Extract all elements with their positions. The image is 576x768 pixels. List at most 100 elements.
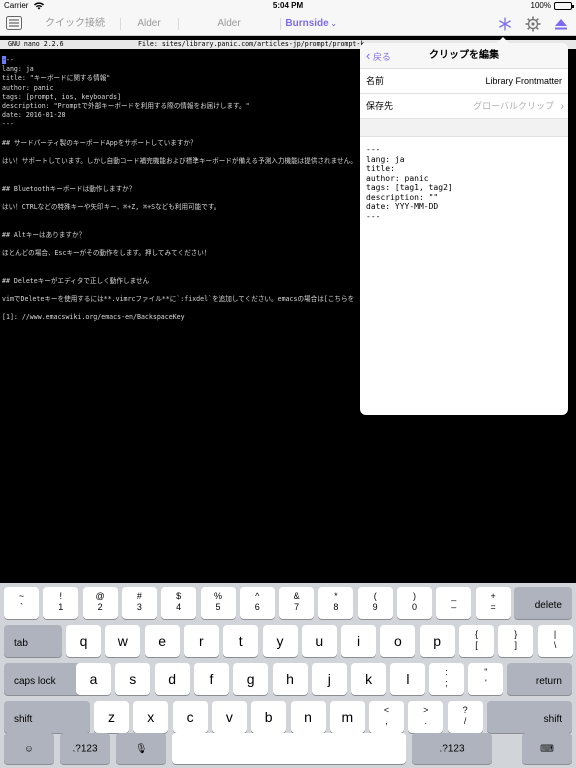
key-label: ☺ [24, 743, 34, 754]
hide-keyboard-key[interactable]: ⌨ [522, 733, 572, 764]
return-key[interactable]: return [507, 663, 572, 695]
key-3[interactable]: @2 [82, 587, 118, 619]
key-8[interactable]: & 7 [279, 587, 315, 619]
tab-alder-2[interactable]: Alder [178, 12, 280, 36]
key-o[interactable]: o [380, 625, 416, 657]
key-label: k [365, 671, 373, 687]
key-y[interactable]: y [262, 625, 298, 657]
editor-buffer[interactable]: --- lang: ja title: "キーボードに関する情報" author: p… [2, 56, 357, 322]
key-angle-2[interactable]: >. [408, 701, 444, 733]
editor-line: はい！サポートしています。しかし自動コード補完機能および標準キーボードが備える予… [2, 157, 357, 166]
editor-line: [1]: //www.emacswiki.org/emacs-en/Backsp… [2, 313, 185, 322]
key-shift-char: # [136, 591, 142, 601]
key-shift-char: ~ [18, 591, 25, 601]
key-label: p [433, 633, 442, 649]
key-13[interactable]: + = [475, 587, 511, 619]
key-c[interactable]: c [172, 701, 208, 733]
shift-left-key[interactable]: shift [4, 701, 90, 733]
key-4[interactable]: #3 [121, 587, 157, 619]
key-e[interactable]: e [144, 625, 180, 657]
key-2[interactable]: ! 1 [43, 587, 79, 619]
key-x[interactable]: x [133, 701, 169, 733]
tab-key[interactable]: tab [4, 625, 62, 657]
key-9[interactable]: * 8 [318, 587, 354, 619]
key-label: n [304, 709, 312, 725]
key-char: [ [475, 640, 478, 650]
key-label: l [406, 671, 410, 687]
key-angle-1[interactable]: <, [369, 701, 404, 733]
key-1[interactable]: ~ ` [4, 587, 39, 619]
tab-burnside[interactable]: Burnside ⌄ [280, 12, 342, 36]
key-f[interactable]: f [193, 663, 229, 695]
clip-name-field[interactable]: Library Frontmatter [485, 69, 562, 94]
key-punct-1[interactable]: :; [429, 663, 464, 695]
key-v[interactable]: v [211, 701, 247, 733]
key-u[interactable]: u [301, 625, 337, 657]
emoji-key[interactable]: ☺ [4, 733, 54, 764]
key-label: t [238, 633, 243, 649]
key-a[interactable]: a [76, 663, 111, 695]
clip-text-editor[interactable]: --- lang: ja title: author: panic tags: … [360, 137, 568, 229]
clip-name-row[interactable]: 名前 Library Frontmatter [360, 69, 568, 94]
tab-alder-1[interactable]: Alder [120, 12, 178, 36]
key-char: ; [445, 678, 448, 688]
clock: 5:04 PM [272, 1, 304, 10]
key-bracket-3[interactable]: | \ [537, 625, 573, 657]
on-screen-keyboard: ~ `! 1 @2 #3 $4% 5 ^ 6 & 7 * 8(9) 0 _ – + = delete tab q w e r t… [0, 583, 576, 768]
key-7[interactable]: ^ 6 [239, 587, 275, 619]
clip-sparkle-icon[interactable] [497, 16, 513, 32]
key-m[interactable]: m [329, 701, 365, 733]
dictation-key[interactable]: 🎙 [116, 733, 166, 764]
eject-icon[interactable] [553, 16, 569, 32]
key-11[interactable]: ) 0 [397, 587, 432, 619]
key-d[interactable]: d [154, 663, 190, 695]
key-label: b [264, 709, 273, 725]
editor-line: lang: ja [2, 65, 34, 74]
key-10[interactable]: (9 [357, 587, 393, 619]
key-n[interactable]: n [290, 701, 326, 733]
key-shift-char: + [490, 591, 496, 601]
popover-header: ‹ 戻る クリップを編集 [360, 43, 568, 69]
key-l[interactable]: l [390, 663, 426, 695]
key-q[interactable]: q [66, 625, 101, 657]
key-k[interactable]: k [351, 663, 387, 695]
settings-gear-icon[interactable] [525, 16, 541, 32]
key-g[interactable]: g [233, 663, 269, 695]
key-5[interactable]: $4 [161, 587, 197, 619]
caps-lock-key[interactable]: caps lock [4, 663, 84, 695]
key-i[interactable]: i [341, 625, 377, 657]
delete-key[interactable]: delete [514, 587, 572, 619]
save-location-row[interactable]: 保存先 グローバルクリップ › [360, 94, 568, 119]
numbers-key-left[interactable]: .?123 [60, 733, 110, 764]
editor-line: --- [2, 120, 14, 129]
numbers-key-right[interactable]: .?123 [412, 733, 492, 764]
key-j[interactable]: j [311, 663, 347, 695]
key-char: 9 [372, 602, 378, 612]
shift-right-key[interactable]: shift [487, 701, 572, 733]
text-cursor: - [2, 56, 6, 64]
key-r[interactable]: r [183, 625, 219, 657]
key-6[interactable]: % 5 [200, 587, 236, 619]
key-h[interactable]: h [272, 663, 308, 695]
space-bar[interactable] [172, 733, 406, 764]
key-bracket-1[interactable]: {[ [459, 625, 494, 657]
key-12[interactable]: _ – [436, 587, 472, 619]
key-char: 0 [411, 602, 417, 612]
key-punct-2[interactable]: " ' [468, 663, 504, 695]
key-z[interactable]: z [94, 701, 129, 733]
key-label: caps lock [14, 676, 56, 687]
key-label: x [147, 709, 155, 725]
key-bracket-2[interactable]: }] [498, 625, 534, 657]
key-p[interactable]: p [419, 625, 455, 657]
key-label: s [129, 671, 137, 687]
key-b[interactable]: b [251, 701, 287, 733]
key-label: delete [534, 600, 562, 611]
key-t[interactable]: t [223, 625, 259, 657]
tab-quick-connect[interactable]: クイック接続 [30, 12, 120, 36]
key-angle-3[interactable]: ? / [447, 701, 483, 733]
key-s[interactable]: s [115, 663, 151, 695]
key-w[interactable]: w [105, 625, 141, 657]
sidebar-list-icon[interactable] [6, 16, 22, 30]
key-label: w [117, 633, 128, 649]
